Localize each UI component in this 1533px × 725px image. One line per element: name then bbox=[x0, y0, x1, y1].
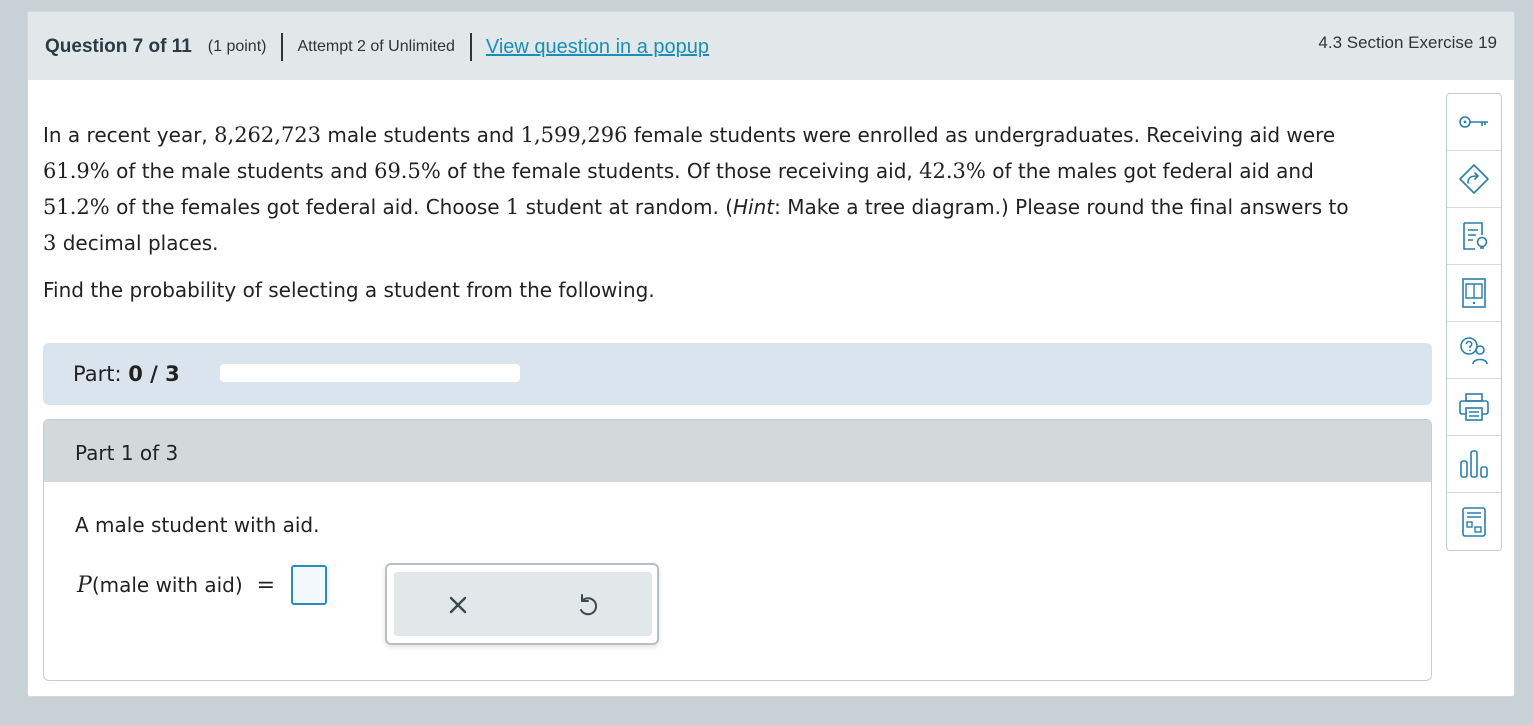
parts-label: Part: 0 / 3 bbox=[73, 362, 180, 386]
sidebar-item-book[interactable] bbox=[1447, 265, 1501, 322]
question-text-segment: male students and bbox=[321, 123, 521, 147]
parts-count: 0 / 3 bbox=[128, 362, 180, 386]
sidebar-item-key[interactable] bbox=[1447, 94, 1501, 151]
undo-icon bbox=[580, 594, 598, 616]
part-1-header: Part 1 of 3 bbox=[44, 420, 1431, 482]
female-federal-percent: 51.2% bbox=[43, 195, 110, 219]
ask-help-icon bbox=[1460, 337, 1488, 365]
question-card: Question 7 of 11 (1 point) Attempt 2 of … bbox=[27, 11, 1515, 697]
sidebar-item-share[interactable] bbox=[1447, 151, 1501, 208]
question-text: In a recent year, 8,262,723 male student… bbox=[43, 117, 1443, 261]
decimal-places: 3 bbox=[43, 231, 57, 255]
question-text-segment: : Make a tree diagram.) Please round the… bbox=[774, 195, 1349, 219]
question-number: Question 7 of 11 bbox=[45, 36, 192, 57]
calculator-icon bbox=[1462, 506, 1486, 537]
progress-track bbox=[220, 364, 520, 382]
share-arrow-icon bbox=[1459, 164, 1489, 194]
sidebar-item-ask-help[interactable] bbox=[1447, 322, 1501, 379]
find-instruction: Find the probability of selecting a stud… bbox=[43, 278, 655, 302]
part-title: Part 1 of 3 bbox=[75, 441, 179, 465]
reset-button[interactable] bbox=[572, 590, 602, 620]
answer-equation: P (male with aid) = bbox=[77, 565, 328, 605]
part-description: A male student with aid. bbox=[75, 513, 320, 537]
question-text-segment: female students were enrolled as undergr… bbox=[627, 123, 1336, 147]
ebook-hint-icon bbox=[1463, 222, 1488, 250]
header-divider bbox=[281, 33, 284, 61]
question-text-segment: of the females got federal aid. Choose bbox=[109, 195, 506, 219]
sidebar-item-calculator[interactable] bbox=[1447, 493, 1501, 550]
x-icon bbox=[449, 596, 467, 614]
question-points: (1 point) bbox=[207, 38, 267, 55]
tools-sidebar bbox=[1446, 93, 1502, 551]
bar-chart-icon bbox=[1460, 450, 1488, 478]
female-count: 1,599,296 bbox=[520, 123, 628, 147]
attempt-label: Attempt 2 of Unlimited bbox=[297, 38, 455, 55]
answer-input[interactable] bbox=[291, 565, 328, 605]
male-count: 8,262,723 bbox=[214, 123, 322, 147]
tools-inner bbox=[394, 572, 652, 636]
answer-tools-palette bbox=[385, 563, 659, 645]
sidebar-item-ebook-hint[interactable] bbox=[1447, 208, 1501, 265]
choose-count: 1 bbox=[505, 195, 520, 219]
sidebar-item-chart[interactable] bbox=[1447, 436, 1501, 493]
print-icon bbox=[1459, 393, 1489, 421]
female-aid-percent: 69.5% bbox=[374, 159, 441, 183]
hint-word: Hint bbox=[733, 195, 775, 219]
probability-symbol: P bbox=[77, 572, 92, 598]
question-text-segment: decimal places. bbox=[56, 231, 219, 255]
question-text-segment: In a recent year, bbox=[43, 123, 215, 147]
equals-sign: = bbox=[256, 572, 276, 598]
question-text-segment: of the male students and bbox=[109, 159, 375, 183]
parts-label-text: Part: bbox=[73, 362, 122, 386]
question-text-segment: of the males got federal aid and bbox=[985, 159, 1314, 183]
header-divider bbox=[469, 33, 472, 61]
question-header: Question 7 of 11 (1 point) Attempt 2 of … bbox=[28, 12, 1514, 80]
sidebar-item-print[interactable] bbox=[1447, 379, 1501, 436]
question-text-segment: student at random. ( bbox=[519, 195, 733, 219]
male-aid-percent: 61.9% bbox=[43, 159, 110, 183]
book-icon bbox=[1462, 278, 1486, 308]
part-1-panel: Part 1 of 3 A male student with aid. P (… bbox=[43, 419, 1432, 681]
parts-progress-bar: Part: 0 / 3 bbox=[43, 343, 1432, 405]
key-icon bbox=[1459, 116, 1488, 128]
clear-button[interactable] bbox=[443, 590, 473, 620]
event-label: (male with aid) bbox=[91, 573, 243, 597]
male-federal-percent: 42.3% bbox=[919, 159, 986, 183]
section-exercise-label: 4.3 Section Exercise 19 bbox=[1318, 33, 1497, 52]
question-text-segment: of the female students. Of those receivi… bbox=[440, 159, 920, 183]
view-popup-link[interactable]: View question in a popup bbox=[486, 36, 709, 59]
